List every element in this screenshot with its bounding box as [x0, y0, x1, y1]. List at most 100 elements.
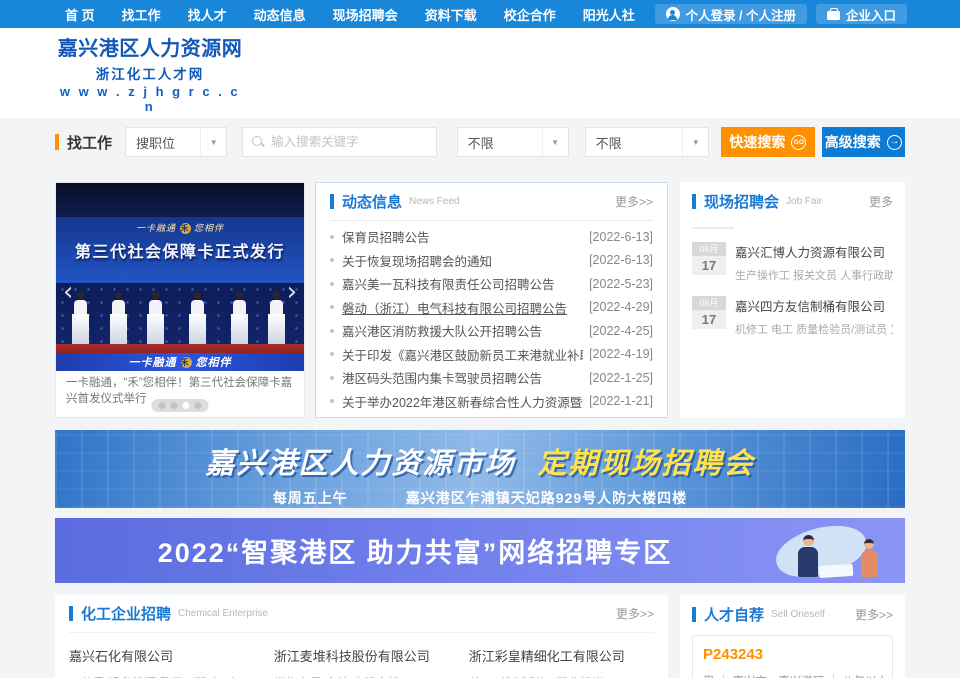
- news-link[interactable]: 关于印发《嘉兴港区鼓励新员工来港就业补助操作...: [342, 345, 583, 364]
- blue-accent-bar: [692, 194, 696, 209]
- job-fair-company-link[interactable]: 嘉兴汇博人力资源有限公司: [735, 242, 893, 261]
- news-link[interactable]: 保育员招聘公告: [342, 227, 583, 246]
- site-url: w w w . z j h g r c . c n: [55, 84, 245, 114]
- site-logo[interactable]: 嘉兴港区人力资源网 浙江化工人才网 w w w . z j h g r c . …: [55, 32, 245, 114]
- stage-person: [187, 292, 207, 344]
- talent-subtitle: Sell Oneself: [771, 609, 825, 620]
- bullet-icon: [330, 399, 334, 403]
- stage-person: [230, 292, 250, 344]
- nav-news[interactable]: 动态信息: [254, 5, 306, 24]
- quick-search-label: 快速搜索: [729, 132, 785, 152]
- nav-school-cooperation[interactable]: 校企合作: [504, 5, 556, 24]
- company-cell: 浙江麦堆科技股份有限公司 销售专员 会计 土建主管: [274, 646, 469, 678]
- nav-find-talent[interactable]: 找人才: [188, 5, 227, 24]
- main-content-row: 一卡融通 禾 您相伴 第三代社会保障卡正式发行 一卡融通: [55, 182, 905, 418]
- news-link[interactable]: 嘉兴美一瓦科技有限责任公司招聘公告: [342, 274, 583, 293]
- job-fair-subtitle: Job Fair: [786, 196, 822, 207]
- news-feed-panel: 动态信息 News Feed 更多>> 保育员招聘公告[2022-6-13] 关…: [315, 182, 668, 418]
- online-recruitment-banner[interactable]: 2022“智聚港区 助力共富”网络招聘专区: [55, 518, 905, 583]
- carousel-dot[interactable]: [159, 402, 166, 409]
- carousel-prev-arrow[interactable]: ‹: [63, 279, 73, 305]
- bullet-icon: [330, 305, 334, 309]
- news-item: 嘉兴美一瓦科技有限责任公司招聘公告[2022-5-23]: [330, 272, 653, 296]
- quick-search-button[interactable]: 快速搜索 GO: [721, 127, 814, 157]
- talent-panel: 人才自荐 Sell Oneself 更多>> P243243 男 ｜ 嘉兴市→嘉…: [680, 595, 905, 678]
- news-date: [2022-4-25]: [589, 324, 653, 338]
- go-circle-icon: GO: [791, 135, 806, 150]
- enterprise-entry-button[interactable]: 企业入口: [816, 4, 907, 24]
- job-fair-company-link[interactable]: 嘉兴四方友信制桶有限公司: [735, 296, 893, 315]
- blue-accent-bar: [330, 194, 334, 209]
- divider: [692, 227, 734, 229]
- company-positions[interactable]: 普工（制造科） 营业担当: [469, 674, 654, 678]
- company-link[interactable]: 嘉兴石化有限公司: [69, 646, 274, 665]
- carousel-next-arrow[interactable]: ›: [287, 279, 297, 305]
- chemical-title: 化工企业招聘: [81, 603, 171, 624]
- enterprise-entry-label: 企业入口: [846, 5, 896, 24]
- carousel-dot-active[interactable]: [183, 402, 190, 409]
- news-link[interactable]: 嘉兴港区消防救援大队公开招聘公告: [342, 321, 583, 340]
- orange-accent-bar: [55, 134, 59, 150]
- person-icon: [666, 7, 680, 21]
- stage-screen: 一卡融通 禾 您相伴 第三代社会保障卡正式发行: [56, 217, 304, 283]
- job-fair-more-link[interactable]: 更多: [869, 193, 893, 210]
- search-section-label: 找工作: [67, 132, 112, 153]
- news-carousel: 一卡融通 禾 您相伴 第三代社会保障卡正式发行 一卡融通: [55, 182, 305, 418]
- carousel-dot[interactable]: [195, 402, 202, 409]
- job-fair-item: 06月 17 嘉兴四方友信制桶有限公司 机修工 电工 质量检验员/测试员 叉车.…: [692, 296, 893, 337]
- news-feed-title: 动态信息: [342, 191, 402, 212]
- bullet-icon: [330, 352, 334, 356]
- carousel-dot[interactable]: [171, 402, 178, 409]
- chemical-more-link[interactable]: 更多>>: [616, 605, 654, 622]
- arrow-right-circle-icon: →: [887, 135, 902, 150]
- news-more-link[interactable]: 更多>>: [615, 193, 653, 210]
- job-fair-info: 嘉兴汇博人力资源有限公司 生产操作工 报关文员 人事行政助理...: [735, 242, 893, 283]
- news-link[interactable]: 关于恢复现场招聘会的通知: [342, 251, 583, 270]
- talent-card[interactable]: P243243 男 ｜ 嘉兴市→嘉兴港区 ｜ 八年以上: [692, 635, 893, 678]
- stage-backdrop: [56, 183, 304, 217]
- personal-login-label: 个人登录 / 个人注册: [686, 5, 796, 24]
- search-category-value: 搜职位: [126, 133, 200, 152]
- carousel-slide-photo[interactable]: 一卡融通 禾 您相伴 第三代社会保障卡正式发行 一卡融通: [56, 183, 304, 371]
- banner1-time: 每周五上午: [273, 490, 348, 506]
- account-buttons: 个人登录 / 个人注册 企业入口: [655, 4, 907, 24]
- site-subtitle: 浙江化工人才网: [55, 63, 245, 83]
- filter1-value: 不限: [458, 133, 542, 152]
- job-search-bar: 找工作 搜职位 ▼ 不限 ▼ 不限 ▼ 快速搜索 GO 高级搜索 →: [55, 127, 905, 157]
- site-title: 嘉兴港区人力资源网: [55, 32, 245, 61]
- nav-sunshine-hr[interactable]: 阳光人社: [583, 5, 635, 24]
- search-category-select[interactable]: 搜职位 ▼: [125, 127, 227, 157]
- banner1-title: 嘉兴港区人力资源市场 定期现场招聘会: [55, 440, 905, 482]
- talent-more-link[interactable]: 更多>>: [855, 606, 893, 623]
- filter-select-1[interactable]: 不限 ▼: [457, 127, 569, 157]
- keyword-search-input[interactable]: [271, 135, 435, 149]
- top-navigation-bar: 首 页 找工作 找人才 动态信息 现场招聘会 资料下载 校企合作 阳光人社 个人…: [0, 0, 960, 28]
- news-item: 关于恢复现场招聘会的通知[2022-6-13]: [330, 249, 653, 273]
- news-date: [2022-4-19]: [589, 347, 653, 361]
- company-link[interactable]: 浙江麦堆科技股份有限公司: [274, 646, 469, 665]
- stage-person: [71, 292, 91, 344]
- company-positions[interactable]: 工艺员 设备管理 警卫（残疾工）: [69, 674, 274, 678]
- nav-find-job[interactable]: 找工作: [122, 5, 161, 24]
- news-link[interactable]: 关于举办2022年港区新春综合性人力资源暨春风...: [342, 392, 583, 411]
- company-cell: 浙江彩皇精细化工有限公司 普工（制造科） 营业担当: [469, 646, 654, 678]
- filter-select-2[interactable]: 不限 ▼: [585, 127, 710, 157]
- nav-downloads[interactable]: 资料下载: [425, 5, 477, 24]
- main-nav: 首 页 找工作 找人才 动态信息 现场招聘会 资料下载 校企合作 阳光人社: [65, 5, 635, 24]
- job-fair-positions: 生产操作工 报关文员 人事行政助理...: [735, 267, 893, 283]
- personal-login-button[interactable]: 个人登录 / 个人注册: [655, 4, 807, 24]
- advanced-search-button[interactable]: 高级搜索 →: [822, 127, 905, 157]
- job-fair-banner[interactable]: 嘉兴港区人力资源市场 定期现场招聘会 每周五上午嘉兴港区乍浦镇天妃路929号人防…: [55, 430, 905, 508]
- badge-month: 06月: [692, 296, 726, 310]
- nav-job-fair[interactable]: 现场招聘会: [333, 5, 398, 24]
- news-link[interactable]: 港区码头范围内集卡驾驶员招聘公告: [342, 368, 583, 387]
- company-link[interactable]: 浙江彩皇精细化工有限公司: [469, 646, 654, 665]
- company-positions[interactable]: 销售专员 会计 土建主管: [274, 674, 469, 678]
- blue-accent-bar: [69, 606, 73, 621]
- nav-home[interactable]: 首 页: [65, 5, 95, 24]
- news-link-hovered[interactable]: 磐动（浙江）电气科技有限公司招聘公告: [342, 298, 583, 317]
- badge-day: 17: [692, 256, 726, 275]
- news-item: 保育员招聘公告[2022-6-13]: [330, 225, 653, 249]
- talent-title: 人才自荐: [704, 604, 764, 625]
- news-item: 嘉兴港区消防救援大队公开招聘公告 [2022-4-25]: [330, 319, 653, 343]
